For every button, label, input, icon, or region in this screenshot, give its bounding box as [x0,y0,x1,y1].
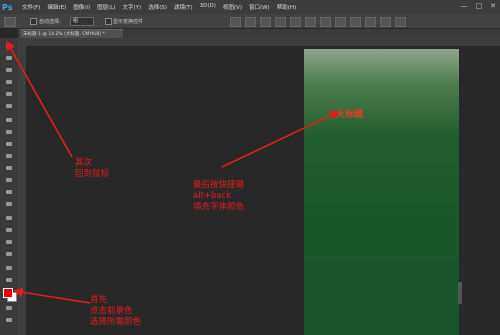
arrow-to-foreground-color [13,287,91,304]
annotation-last-line-2: alt+back [193,191,232,201]
annotation-last-line-1: 最后按快捷键 [193,180,245,190]
annotation-first-line-2: 点击前景色 [90,306,133,316]
arrow-to-canvas-text [221,110,340,168]
annotation-first-line-3: 选择所需颜色 [90,317,142,327]
annotation-second-line-2: 回到鼠标 [75,169,110,179]
annotation-last: 最后按快捷键 alt+back 填充字体颜色 [193,180,244,213]
arrow-to-move-tool [6,40,73,158]
annotation-first-line-1: 首先 [90,295,108,305]
annotation-last-line-3: 填充字体颜色 [193,202,245,212]
annotation-first: 首先 点击前景色 选择所需颜色 [90,295,141,328]
annotation-second: 其次 回到鼠标 [75,158,109,180]
annotation-second-line-1: 其次 [75,158,93,168]
foreground-color-swatch[interactable] [3,288,13,298]
